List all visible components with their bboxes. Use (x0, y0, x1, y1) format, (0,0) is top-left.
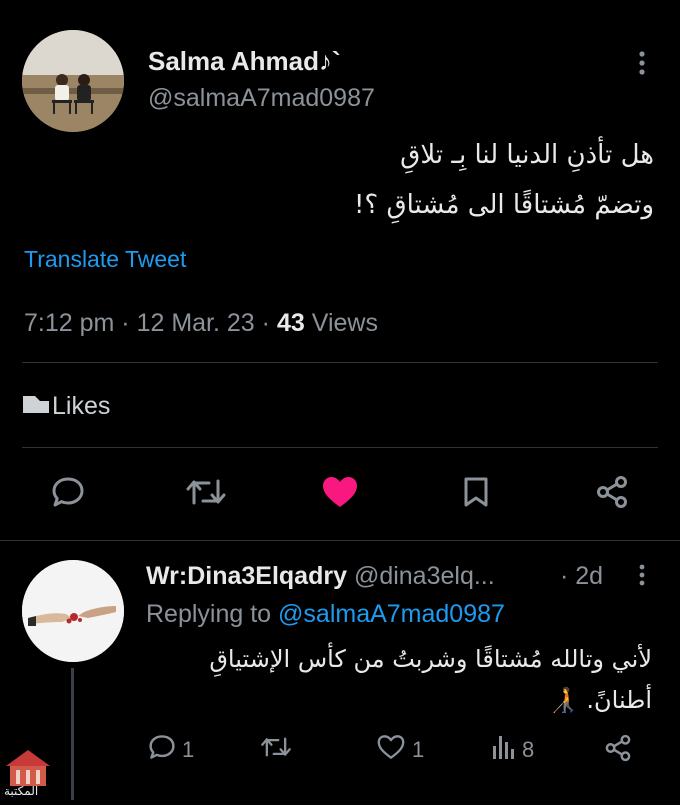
translate-tweet-link[interactable]: Translate Tweet (24, 246, 186, 273)
views-label: Views (311, 309, 378, 337)
author-handle[interactable]: @salmaA7mad0987 (148, 84, 375, 113)
reply-text-line-1: لأني وتالله مُشتاقًا وشربتُ من كأس الإشت… (209, 645, 652, 673)
views-count: 8 (522, 737, 535, 762)
reply-author-avatar[interactable] (22, 560, 124, 662)
tweet-meta: 7:12 pm · 12 Mar. 23 · 43 Views (24, 309, 378, 338)
reply-header: Wr:Dina3Elqadry @dina3elq... (146, 562, 495, 591)
tweet-separator (0, 540, 680, 541)
reply-share-action[interactable] (604, 734, 632, 768)
divider (22, 362, 658, 363)
avatar-photo (22, 560, 124, 662)
reply-comment-action[interactable]: 1 (148, 734, 194, 766)
like-count: 1 (412, 737, 425, 762)
tweet-text-line-2: وتضمّ مُشتاقًا الى مُشتاقِ ؟! (353, 190, 654, 220)
author-name[interactable]: Salma Ahmad♪` (148, 46, 341, 77)
retweet-icon (260, 734, 292, 766)
reply-count: 1 (182, 737, 195, 762)
tweet-date[interactable]: 12 Mar. 23 (137, 309, 255, 337)
reply-author-name[interactable]: Wr:Dina3Elqadry (146, 562, 347, 590)
divider (22, 447, 658, 448)
replying-to: Replying to @salmaA7mad0987 (146, 600, 505, 629)
share-icon[interactable] (592, 474, 632, 510)
meta-separator: · (261, 309, 270, 337)
reply-author-handle[interactable]: @dina3elq... (354, 562, 495, 590)
heart-filled-icon[interactable] (318, 474, 362, 510)
heart-icon (376, 734, 406, 766)
meta-separator: · (121, 309, 130, 337)
views-count: 43 (276, 309, 305, 337)
comment-icon[interactable] (48, 474, 88, 510)
share-icon (604, 734, 632, 768)
replying-to-label: Replying to (146, 600, 272, 628)
likes-label: Likes (52, 392, 111, 420)
likes-stat[interactable]: Likes (22, 392, 110, 421)
reply-text-line-2-text: أطنانً. (586, 686, 652, 714)
person-with-cane-emoji: 🧑‍🦯 (548, 686, 579, 714)
tweet-text-line-1: هل تأذنِ الدنيا لنا بِـ تلاقِ (400, 140, 654, 170)
vertical-dots-icon[interactable] (628, 48, 656, 78)
reply-views-action[interactable]: 8 (492, 734, 534, 766)
vertical-dots-icon[interactable] (630, 560, 654, 590)
bookmark-icon[interactable] (458, 474, 494, 510)
thread-line (71, 668, 74, 800)
watermark-logo: المكتبة (0, 744, 56, 800)
reply-text-line-2: أطنانً. 🧑‍🦯 (152, 686, 652, 714)
reply-age[interactable]: · 2d (560, 562, 603, 591)
reply-like-action[interactable]: 1 (376, 734, 424, 766)
retweet-icon[interactable] (184, 474, 228, 510)
avatar-photo (22, 30, 124, 132)
watermark-text: المكتبة (4, 784, 39, 798)
tweet-time[interactable]: 7:12 pm (24, 309, 114, 337)
replying-to-handle[interactable]: @salmaA7mad0987 (278, 600, 505, 628)
bar-chart-icon (492, 734, 516, 766)
likes-flag-icon (22, 393, 50, 420)
reply-retweet-action[interactable] (260, 734, 292, 766)
author-avatar[interactable] (22, 30, 124, 132)
comment-icon (148, 734, 176, 766)
